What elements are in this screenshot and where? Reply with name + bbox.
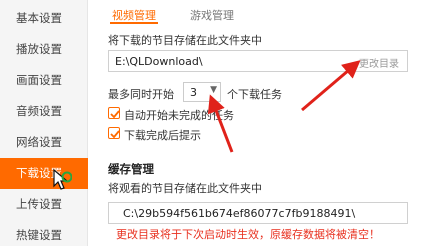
- chevron-down-icon: ▼: [210, 85, 217, 95]
- settings-sidebar: 基本设置 播放设置 画面设置 音频设置 网络设置 下载设置 上传设置 热键设置: [0, 0, 88, 246]
- auto-start-checkbox[interactable]: [108, 107, 120, 119]
- max-concurrent-value: 3: [190, 86, 197, 99]
- sidebar-item-download[interactable]: 下载设置: [0, 158, 88, 189]
- download-settings-panel: 视频管理 游戏管理 将下载的节目存储在此文件夹中 E:\QLDownload\ …: [88, 0, 425, 246]
- download-path-field[interactable]: E:\QLDownload\ 更改目录: [108, 50, 408, 72]
- max-concurrent-suffix: 个下载任务: [227, 88, 282, 101]
- cache-folder-label: 将观看的节目存储在此文件夹中: [108, 182, 262, 195]
- sidebar-item-basic[interactable]: 基本设置: [0, 3, 88, 34]
- cache-warning-text: 更改目录将于下次启动时生效，原缓存数据将被清空！: [116, 228, 380, 241]
- download-path-value: E:\QLDownload\: [115, 55, 203, 68]
- sidebar-item-network[interactable]: 网络设置: [0, 127, 88, 158]
- checkmark-icon: [110, 110, 120, 119]
- notify-label: 下载完成后提示: [124, 129, 201, 142]
- sidebar-item-upload[interactable]: 上传设置: [0, 189, 88, 220]
- sidebar-item-hotkey[interactable]: 热键设置: [0, 220, 88, 246]
- notify-checkbox[interactable]: [108, 127, 120, 139]
- tab-game-management[interactable]: 游戏管理: [190, 7, 234, 23]
- sidebar-item-picture[interactable]: 画面设置: [0, 65, 88, 96]
- settings-window: 基本设置 播放设置 画面设置 音频设置 网络设置 下载设置 上传设置 热键设置 …: [0, 0, 425, 246]
- active-tab-indicator: [110, 22, 158, 24]
- max-concurrent-select[interactable]: 3 ▼: [183, 82, 221, 102]
- cache-section-title: 缓存管理: [108, 162, 154, 176]
- checkmark-icon: [110, 130, 120, 139]
- auto-start-label: 自动开始未完成的任务: [124, 109, 234, 122]
- tab-video-management[interactable]: 视频管理: [112, 7, 156, 23]
- cache-path-value: C:\29b594f561b674ef86077c7fb9188491\: [123, 207, 356, 220]
- sidebar-item-playback[interactable]: 播放设置: [0, 34, 88, 65]
- sidebar-item-audio[interactable]: 音频设置: [0, 96, 88, 127]
- max-concurrent-label: 最多同时开始: [108, 88, 174, 101]
- download-change-dir-button[interactable]: 更改目录: [359, 55, 399, 70]
- cache-path-field[interactable]: C:\29b594f561b674ef86077c7fb9188491\: [108, 202, 408, 224]
- pointer-cursor-icon: [53, 169, 72, 190]
- download-folder-label: 将下载的节目存储在此文件夹中: [108, 34, 262, 47]
